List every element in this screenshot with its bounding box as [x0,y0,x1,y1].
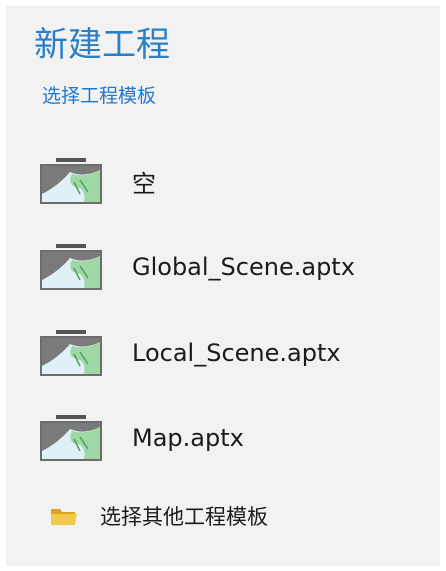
template-item-map[interactable]: Map.aptx [40,410,420,466]
map-template-icon [40,244,102,290]
folder-icon [51,509,77,525]
template-item-global-scene[interactable]: Global_Scene.aptx [40,239,420,295]
map-template-icon [40,158,102,204]
template-item-local-scene[interactable]: Local_Scene.aptx [40,325,420,381]
page-title: 新建工程 [34,25,170,65]
map-template-icon [40,415,102,461]
select-template-heading: 选择工程模板 [42,85,157,107]
select-other-template-link[interactable]: 选择其他工程模板 [50,498,268,534]
template-item-label: Map.aptx [132,424,244,452]
new-project-panel: 新建工程 选择工程模板 空 Global_Scene.aptx Local_Sc… [6,6,440,566]
template-item-label: Local_Scene.aptx [132,339,341,367]
template-item-label: Global_Scene.aptx [132,253,355,281]
template-item-empty[interactable]: 空 [40,153,420,209]
template-item-label: 空 [132,169,156,198]
select-other-template-label: 选择其他工程模板 [100,505,268,529]
map-template-icon [40,330,102,376]
